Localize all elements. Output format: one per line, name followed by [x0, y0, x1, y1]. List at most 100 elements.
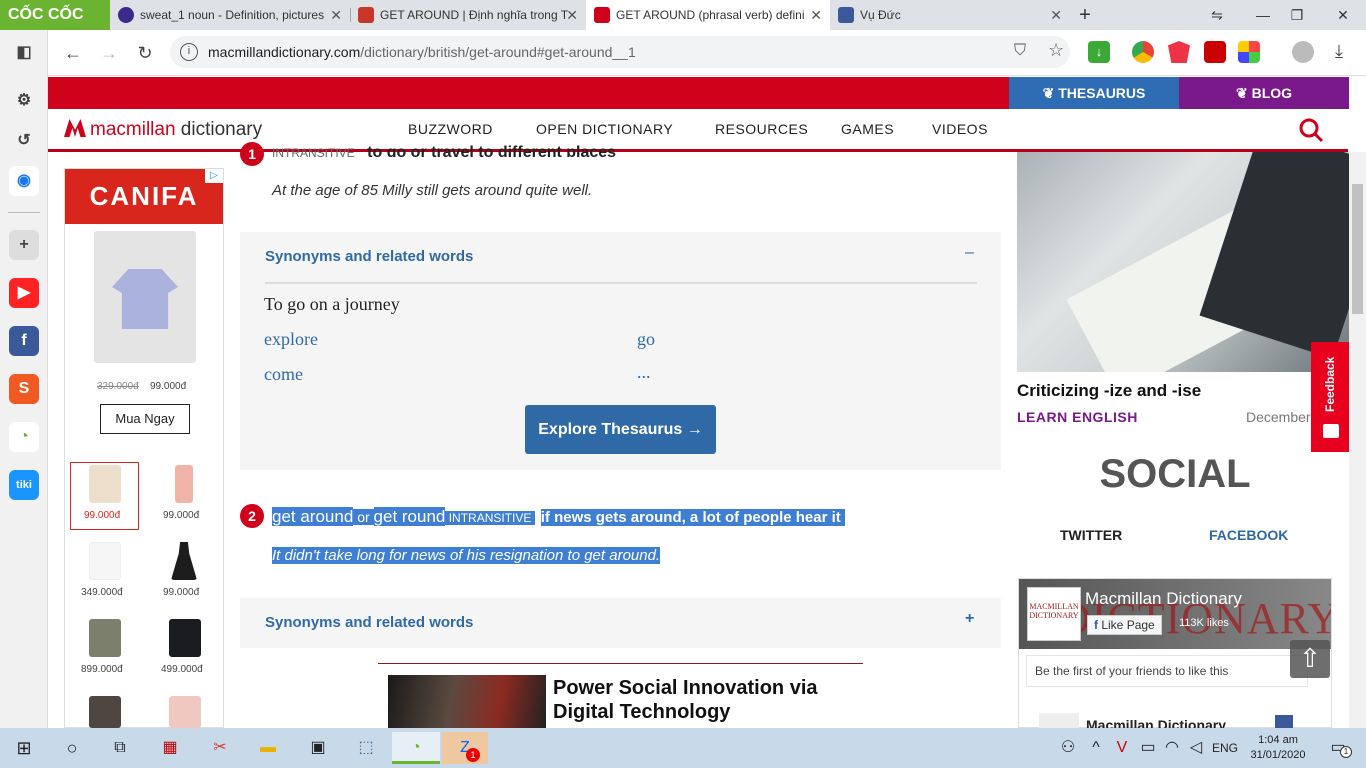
adchoices-icon[interactable]: ▷ [205, 169, 223, 183]
task-view-icon[interactable]: ⧉ [100, 732, 140, 764]
site-info-icon[interactable]: i [180, 43, 198, 61]
site-logo[interactable]: macmillan dictionary [64, 119, 262, 141]
article-title[interactable]: Criticizing -ize and -ise [1017, 381, 1201, 401]
downloads-icon[interactable]: ⤓ [1324, 36, 1354, 66]
fb-page-name[interactable]: Macmillan Dictionary [1085, 589, 1242, 609]
close-icon[interactable]: ✕ [566, 0, 578, 30]
bookmark-star-icon[interactable]: ☆ [1048, 40, 1064, 61]
tab-facebook[interactable]: Vụ Đức ✕ [830, 0, 1070, 30]
ad-item-image[interactable] [171, 542, 197, 580]
promo-video-thumbnail[interactable] [388, 675, 546, 728]
thesaurus-link[interactable]: ❦ THESAURUS [1009, 77, 1179, 109]
language-indicator[interactable]: ENG [1212, 741, 1238, 755]
article-category[interactable]: LEARN ENGLISH [1017, 409, 1138, 425]
tab-sweat[interactable]: sweat_1 noun - Definition, pictures ✕ [110, 0, 350, 30]
chevron-up-icon[interactable]: ^ [1082, 732, 1110, 764]
scroll-to-top-button[interactable]: ⇧ [1290, 640, 1330, 678]
scrollbar-thumb[interactable] [1352, 184, 1363, 314]
back-icon[interactable]: ← [58, 38, 88, 68]
notification-icon[interactable]: ▭ 1 [1318, 732, 1358, 764]
ext-colors-icon[interactable] [1238, 41, 1260, 63]
gear-icon[interactable]: ⚙ [9, 86, 39, 116]
close-icon[interactable]: ✕ [330, 0, 342, 30]
coccoc-icon[interactable]: ◔ [9, 422, 39, 452]
windows-start-icon[interactable]: ⊞ [4, 732, 44, 764]
buy-now-button[interactable]: Mua Ngay [100, 404, 190, 434]
nav-resources[interactable]: RESOURCES [715, 121, 808, 137]
ad-item-image[interactable] [89, 542, 121, 580]
synonym-link[interactable]: explore [264, 329, 318, 350]
search-icon[interactable] [1298, 117, 1324, 143]
article-image[interactable] [1017, 152, 1349, 372]
more-synonyms-link[interactable]: ... [637, 362, 651, 383]
file-explorer-icon[interactable]: ▬ [248, 732, 288, 764]
facebook-tab[interactable]: FACEBOOK [1209, 527, 1288, 543]
ad-item-image[interactable] [89, 696, 121, 728]
coccoc-taskbar-icon[interactable]: ◔ [392, 732, 440, 764]
app-icon[interactable]: ▦ [150, 732, 190, 764]
canifa-ad[interactable]: CANIFA ▷ 329.000đ 99.000đ Mua Ngay 99.00… [64, 168, 224, 728]
page-scrollbar[interactable] [1349, 152, 1366, 728]
download-ext-icon[interactable]: ↓ [1088, 41, 1110, 63]
ad-item-image[interactable] [89, 465, 121, 503]
search-icon[interactable]: ○ [52, 732, 92, 764]
ad-item-image[interactable] [169, 696, 201, 728]
tiki-icon[interactable]: tiki [9, 470, 39, 500]
reload-icon[interactable]: ↻ [130, 38, 160, 68]
synonym-link[interactable]: go [637, 329, 655, 350]
blog-link[interactable]: ❦ BLOG [1179, 77, 1349, 109]
forward-icon[interactable]: → [94, 38, 124, 68]
nav-buzzword[interactable]: BUZZWORD [408, 121, 493, 137]
notes-icon[interactable]: ▣ [298, 732, 338, 764]
youtube-icon[interactable]: ▶ [9, 278, 39, 308]
ext-red-icon[interactable] [1204, 41, 1226, 63]
ad-item-image[interactable] [175, 465, 193, 503]
app-icon[interactable]: ⬚ [346, 732, 386, 764]
feedback-button[interactable]: Feedback [1311, 342, 1349, 452]
synonym-link[interactable]: come [264, 364, 303, 385]
brave-ext-icon[interactable] [1168, 41, 1190, 63]
tab-cambridge[interactable]: GET AROUND | Định nghĩa trong T ✕ [350, 0, 586, 30]
facebook-icon[interactable]: f [9, 326, 39, 356]
add-icon[interactable]: + [9, 230, 39, 260]
twitter-tab[interactable]: TWITTER [1060, 527, 1122, 543]
close-icon[interactable]: ✕ [1050, 0, 1062, 30]
coccoc-logo[interactable]: CỐC CỐC [0, 0, 110, 30]
close-icon[interactable]: ✕ [810, 0, 822, 30]
ad-item-image[interactable] [169, 619, 201, 657]
promo-title[interactable]: Power Social Innovation via Digital Tech… [553, 676, 818, 724]
address-bar[interactable]: i macmillandictionary.com/dictionary/bri… [170, 36, 1070, 68]
tab-search-icon[interactable]: ⇋ [1194, 0, 1240, 30]
synonyms-title[interactable]: Synonyms and related words [265, 614, 473, 631]
window-close-button[interactable]: ✕ [1320, 0, 1366, 30]
new-tab-button[interactable]: + [1070, 0, 1100, 30]
expand-icon[interactable]: + [965, 610, 974, 628]
shopee-icon[interactable]: S [9, 374, 39, 404]
fb-post-avatar[interactable] [1039, 713, 1079, 729]
snipping-icon[interactable]: ✂ [200, 732, 240, 764]
messenger-icon[interactable]: ◉ [9, 166, 39, 196]
ad-item-image[interactable] [89, 619, 121, 657]
sidebar-toggle-icon[interactable]: ◧ [9, 38, 39, 68]
explore-thesaurus-button[interactable]: Explore Thesaurus → [525, 405, 716, 454]
nav-videos[interactable]: VIDEOS [932, 121, 988, 137]
collapse-icon[interactable]: – [965, 244, 974, 262]
wifi-icon[interactable]: ◠ [1160, 732, 1184, 764]
profile-avatar[interactable] [1292, 41, 1314, 63]
chrome-ext-icon[interactable] [1132, 41, 1154, 63]
synonyms-panel-collapsed[interactable]: Synonyms and related words + [240, 598, 1001, 648]
ad-brand[interactable]: CANIFA [65, 169, 223, 224]
zalo-icon[interactable]: Z1 [442, 732, 488, 764]
nav-games[interactable]: GAMES [841, 121, 894, 137]
shield-icon[interactable]: ⛉ [1014, 42, 1026, 60]
history-icon[interactable]: ↺ [9, 126, 39, 156]
fb-page-logo[interactable]: MACMILLAN DICTIONARY [1027, 587, 1081, 641]
ad-product-image[interactable] [94, 231, 196, 363]
maximize-button[interactable]: ❐ [1274, 0, 1320, 30]
fb-like-button[interactable]: f Like Page [1087, 615, 1162, 635]
facebook-icon[interactable] [1275, 715, 1293, 729]
clock[interactable]: 1:04 am 31/01/2020 [1248, 733, 1308, 763]
url-text[interactable]: macmillandictionary.com/dictionary/briti… [208, 44, 636, 60]
volume-icon[interactable]: ◁ [1184, 732, 1208, 764]
tray-app-icon[interactable]: V [1110, 732, 1134, 764]
